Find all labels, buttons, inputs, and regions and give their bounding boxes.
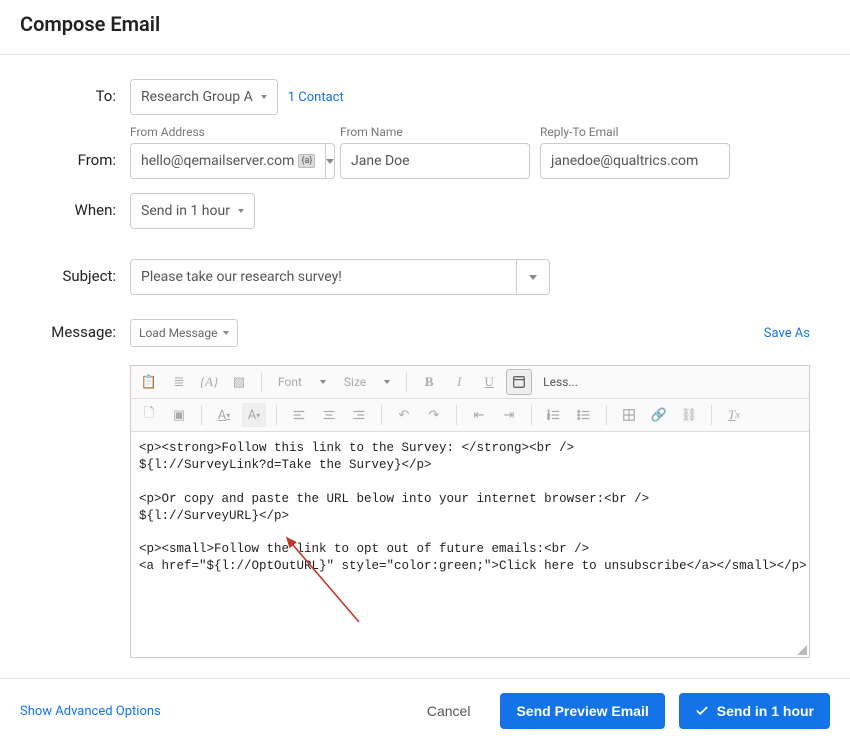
underline-icon[interactable]: U <box>477 370 501 394</box>
embed-icon[interactable]: ▣ <box>167 403 191 427</box>
when-label: When: <box>20 193 130 219</box>
paste-icon[interactable]: 📋 <box>137 370 161 394</box>
load-message-select[interactable]: Load Message <box>130 319 238 347</box>
from-address-label: From Address <box>130 125 330 139</box>
rich-text-editor: 📋 ≣ {A} ▧ Font Size B I U Less... <box>130 365 810 658</box>
header: Compose Email <box>0 0 850 55</box>
toolbar-less-toggle[interactable]: Less... <box>537 375 584 389</box>
when-select[interactable]: Send in 1 hour <box>130 193 255 229</box>
toolbar-separator <box>276 405 277 425</box>
compose-form: To: Research Group A 1 Contact From: Fro… <box>0 55 850 678</box>
footer: Show Advanced Options Cancel Send Previe… <box>0 678 850 743</box>
from-name-label: From Name <box>340 125 530 139</box>
new-page-icon[interactable]: 🗋 <box>137 403 161 427</box>
toolbar-separator <box>261 372 262 392</box>
from-address-dropdown-button[interactable] <box>325 143 335 179</box>
to-select-text: Research Group A <box>141 89 253 105</box>
align-center-icon[interactable] <box>317 403 341 427</box>
chevron-down-icon <box>326 159 334 164</box>
size-select[interactable]: Size <box>338 370 396 394</box>
send-button-label: Send in 1 hour <box>717 703 814 719</box>
editor-toolbar-row-2: 🗋 ▣ A▾ A▾ ↶ <box>131 399 809 432</box>
clear-format-icon[interactable]: Tx <box>722 403 746 427</box>
resize-handle-icon[interactable] <box>797 645 807 655</box>
subject-dropdown-button[interactable] <box>516 259 550 295</box>
from-name-input[interactable]: Jane Doe <box>340 143 530 179</box>
from-name-text: Jane Doe <box>351 153 410 169</box>
italic-icon[interactable]: I <box>447 370 471 394</box>
toolbar-separator <box>406 372 407 392</box>
chevron-down-icon <box>320 380 326 384</box>
row-message: Message: Load Message Save As 📋 ≣ {A} ▧ … <box>20 319 830 658</box>
from-address-input[interactable]: hello@qemailserver.com {a} <box>130 143 325 179</box>
bold-icon[interactable]: B <box>417 370 441 394</box>
toolbar-separator <box>606 405 607 425</box>
send-button[interactable]: Send in 1 hour <box>679 693 830 729</box>
align-right-icon[interactable] <box>347 403 371 427</box>
toolbar-separator <box>381 405 382 425</box>
reply-to-input[interactable]: janedoe@qualtrics.com <box>540 143 730 179</box>
reply-to-text: janedoe@qualtrics.com <box>551 153 698 169</box>
row-subject: Subject: Please take our research survey… <box>20 259 830 295</box>
when-select-text: Send in 1 hour <box>141 203 230 219</box>
chevron-down-icon <box>384 380 390 384</box>
svg-text:3: 3 <box>548 417 550 421</box>
show-advanced-link[interactable]: Show Advanced Options <box>20 704 161 719</box>
load-message-text: Load Message <box>139 326 217 340</box>
bullet-list-icon[interactable] <box>572 403 596 427</box>
toolbar-separator <box>531 405 532 425</box>
subject-input[interactable]: Please take our research survey! <box>130 259 516 295</box>
chevron-down-icon <box>238 209 244 213</box>
page-title: Compose Email <box>20 12 830 36</box>
to-select[interactable]: Research Group A <box>130 79 278 115</box>
subject-text: Please take our research survey! <box>141 269 342 285</box>
row-when: When: Send in 1 hour <box>20 193 830 229</box>
chevron-down-icon <box>261 95 267 99</box>
table-icon[interactable] <box>617 403 641 427</box>
send-preview-button[interactable]: Send Preview Email <box>500 693 664 729</box>
contact-count-link[interactable]: 1 Contact <box>288 90 344 105</box>
reply-to-label: Reply-To Email <box>540 125 730 139</box>
source-icon[interactable] <box>507 370 531 394</box>
to-label: To: <box>20 79 130 105</box>
numbered-list-icon[interactable]: 123 <box>542 403 566 427</box>
save-as-link[interactable]: Save As <box>764 326 810 341</box>
piped-text-insert-icon[interactable]: {A} <box>197 370 221 394</box>
toolbar-separator <box>711 405 712 425</box>
link-icon[interactable]: 🔗 <box>647 403 671 427</box>
align-left-icon[interactable] <box>287 403 311 427</box>
check-icon <box>695 704 709 718</box>
row-to: To: Research Group A 1 Contact <box>20 79 830 115</box>
text-color-icon[interactable]: A▾ <box>212 403 236 427</box>
piped-text-icon: {a} <box>298 154 315 168</box>
font-select[interactable]: Font <box>272 370 332 394</box>
unlink-icon[interactable]: ⛓ <box>677 403 701 427</box>
chevron-down-icon <box>529 275 537 280</box>
message-label: Message: <box>20 319 130 341</box>
toolbar-separator <box>201 405 202 425</box>
background-color-icon[interactable]: A▾ <box>242 403 266 427</box>
from-label: From: <box>20 125 130 169</box>
image-icon[interactable]: ▧ <box>227 370 251 394</box>
bullet-list-icon[interactable]: ≣ <box>167 370 191 394</box>
editor-toolbar-row-1: 📋 ≣ {A} ▧ Font Size B I U Less... <box>131 366 809 399</box>
redo-icon[interactable]: ↷ <box>422 403 446 427</box>
outdent-icon[interactable]: ⇤ <box>467 403 491 427</box>
from-address-text: hello@qemailserver.com <box>141 153 294 169</box>
undo-icon[interactable]: ↶ <box>392 403 416 427</box>
chevron-down-icon <box>223 331 229 335</box>
toolbar-separator <box>456 405 457 425</box>
cancel-button[interactable]: Cancel <box>411 693 487 729</box>
subject-label: Subject: <box>20 259 130 285</box>
editor-body[interactable]: <p><strong>Follow this link to the Surve… <box>131 432 809 657</box>
row-from: From: From Address hello@qemailserver.co… <box>20 125 830 179</box>
indent-icon[interactable]: ⇥ <box>497 403 521 427</box>
editor-content: <p><strong>Follow this link to the Surve… <box>139 441 807 573</box>
